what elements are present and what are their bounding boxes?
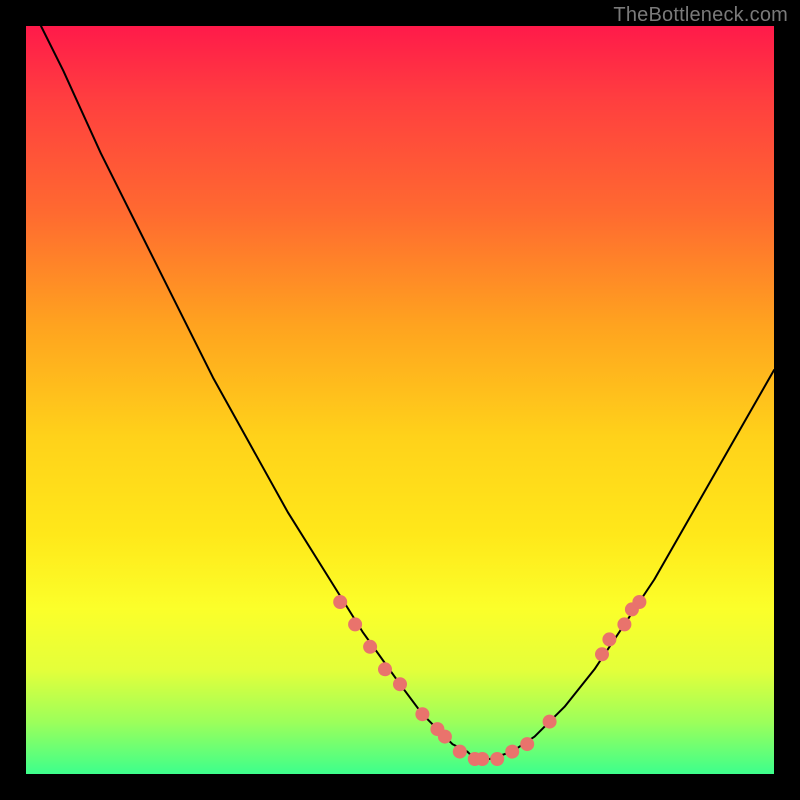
highlight-dot xyxy=(505,745,519,759)
highlight-dot xyxy=(543,715,557,729)
highlight-dot xyxy=(617,617,631,631)
chart-stage: TheBottleneck.com xyxy=(0,0,800,800)
highlight-dot xyxy=(348,617,362,631)
highlight-dot xyxy=(520,737,534,751)
highlight-dot xyxy=(378,662,392,676)
highlight-dots-group xyxy=(333,595,646,766)
highlight-dot xyxy=(475,752,489,766)
chart-svg xyxy=(26,26,774,774)
highlight-dot xyxy=(632,595,646,609)
highlight-dot xyxy=(490,752,504,766)
highlight-dot xyxy=(595,647,609,661)
plot-area xyxy=(26,26,774,774)
highlight-dot xyxy=(438,730,452,744)
bottleneck-curve-path xyxy=(41,26,774,759)
highlight-dot xyxy=(453,745,467,759)
highlight-dot xyxy=(393,677,407,691)
highlight-dot xyxy=(602,632,616,646)
highlight-dot xyxy=(333,595,347,609)
watermark-text: TheBottleneck.com xyxy=(613,4,788,27)
highlight-dot xyxy=(415,707,429,721)
highlight-dot xyxy=(363,640,377,654)
